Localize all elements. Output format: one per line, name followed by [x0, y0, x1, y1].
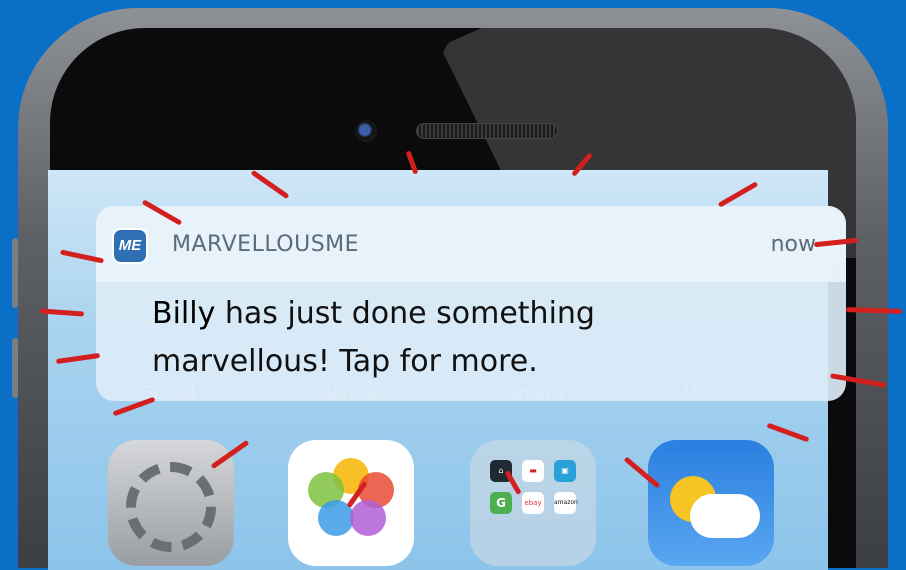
- push-notification[interactable]: ME MARVELLOUSME now Billy has just done …: [96, 206, 846, 401]
- message-line1: has just done something: [215, 296, 595, 331]
- child-name: Billy: [152, 296, 216, 331]
- ebay-app-icon: ebay: [522, 492, 544, 514]
- flag-app-icon: ▬: [522, 460, 544, 482]
- photos-petal: [350, 500, 386, 536]
- front-camera: [355, 120, 377, 142]
- amazon-app-icon: amazon: [554, 492, 578, 514]
- gear-icon: [126, 462, 216, 552]
- shopping-folder-icon[interactable]: ⌂ ▬ ▣ G ebay amazon: [470, 440, 596, 566]
- notification-time: now: [770, 232, 816, 257]
- bag-app-icon: ▣: [554, 460, 576, 482]
- volume-button: [12, 338, 18, 398]
- marvellousme-app-icon: ME: [112, 228, 148, 264]
- notification-header: ME MARVELLOUSME now: [96, 206, 846, 282]
- cloud-icon: [690, 494, 760, 538]
- earpiece-speaker: [416, 123, 558, 139]
- mute-switch: [12, 238, 18, 308]
- notification-app-name: MARVELLOUSME: [172, 232, 360, 257]
- weather-icon[interactable]: [648, 440, 774, 566]
- google-app-icon: G: [490, 492, 512, 514]
- settings-icon[interactable]: [108, 440, 234, 566]
- message-line2: marvellous! Tap for more.: [152, 344, 538, 379]
- notification-message: Billy has just done something marvellous…: [152, 290, 792, 386]
